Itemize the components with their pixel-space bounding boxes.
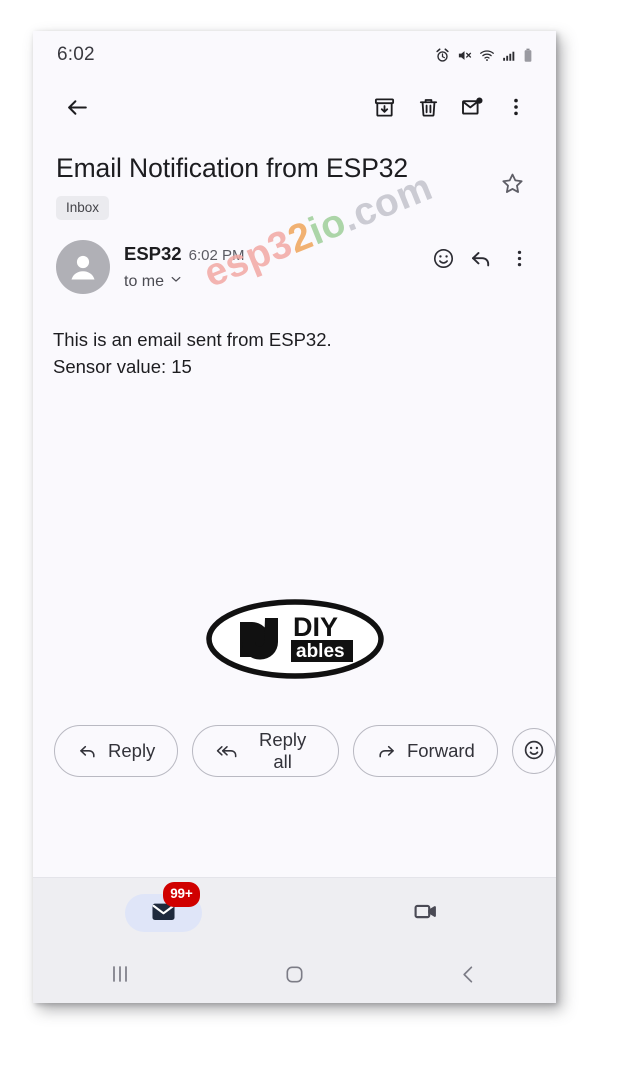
system-navigation-bar [33,948,556,1003]
mark-unread-button[interactable] [450,85,494,129]
battery-icon [523,48,533,63]
svg-text:ables: ables [296,641,345,662]
bottom-navigation: 99+ [33,877,556,1003]
wifi-icon [479,48,495,63]
more-vert-icon [505,96,527,118]
forward-icon [376,741,397,762]
add-reaction-button[interactable] [424,241,462,279]
back-nav-button[interactable] [382,963,556,989]
status-time: 6:02 [57,44,95,65]
sender-row: ESP32 6:02 PM to me [33,220,556,294]
signal-icon [502,48,516,63]
phone-screenshot: 6:02 Email Notification from ESP32 Inbox… [33,31,556,1003]
mute-icon [457,48,472,63]
message-more-button[interactable] [500,241,538,279]
star-button[interactable] [490,163,534,207]
recipient-line[interactable]: to me [124,272,424,291]
back-arrow-icon [65,95,90,120]
recipient-label: to me [124,272,165,290]
subject-block: Email Notification from ESP32 Inbox [33,135,556,220]
body-line-2: Sensor value: 15 [53,356,192,377]
sender-time: 6:02 PM [188,247,245,264]
app-tabs: 99+ [33,878,556,948]
emoji-smile-icon [522,738,546,765]
reply-icon [77,741,98,762]
back-button[interactable] [55,85,99,129]
back-chevron-icon [457,963,480,989]
subject-texts: Email Notification from ESP32 Inbox [56,151,490,220]
reply-button[interactable]: Reply [54,725,179,777]
status-icons [435,47,533,63]
sender-name: ESP32 [124,243,182,264]
tab-mail-pill: 99+ [125,882,203,932]
reply-button-header[interactable] [462,241,500,279]
mail-unread-badge: 99+ [163,882,200,907]
recents-icon [107,963,133,988]
message-actions [424,240,538,279]
label-chip-inbox[interactable]: Inbox [56,196,110,220]
sender-line-primary: ESP32 6:02 PM [124,243,424,265]
reply-all-label: Reply all [258,729,307,772]
email-toolbar [33,79,556,135]
home-button[interactable] [207,963,381,989]
body-filler [33,777,556,817]
reply-actions-row: Reply Reply all Forward [33,685,556,777]
page-root: 6:02 Email Notification from ESP32 Inbox… [0,0,621,1072]
home-icon [283,963,306,989]
status-bar: 6:02 [33,31,556,79]
tab-meet[interactable] [295,898,557,928]
sender-info: ESP32 6:02 PM to me [110,240,424,291]
forward-button[interactable]: Forward [352,725,498,777]
archive-button[interactable] [362,85,406,129]
logo-container: DIY ables [33,598,556,685]
avatar[interactable] [56,240,110,294]
chevron-down-icon [169,272,183,291]
emoji-smile-icon [432,247,455,273]
reply-arrow-icon [469,247,493,274]
more-vert-icon [509,248,530,272]
email-subject: Email Notification from ESP32 [56,153,409,183]
email-body: esp32io.com This is an email sent from E… [33,165,556,380]
mark-unread-icon [460,95,484,119]
reply-all-icon [215,741,239,762]
body-line-1: This is an email sent from ESP32. [53,329,332,350]
reply-emoji-button[interactable] [511,728,556,774]
reply-label: Reply [108,740,156,761]
trash-icon [417,96,440,119]
toolbar-more-button[interactable] [494,85,538,129]
svg-text:DIY: DIY [293,612,338,642]
reply-all-button[interactable]: Reply all [192,725,339,777]
diyables-logo: DIY ables [205,598,385,685]
forward-label: Forward [406,740,475,761]
video-camera-icon [412,898,439,928]
star-outline-icon [500,171,525,199]
tab-mail[interactable]: 99+ [33,882,295,932]
delete-button[interactable] [406,85,450,129]
alarm-icon [435,47,450,63]
recents-button[interactable] [33,963,207,988]
archive-icon [373,96,396,119]
